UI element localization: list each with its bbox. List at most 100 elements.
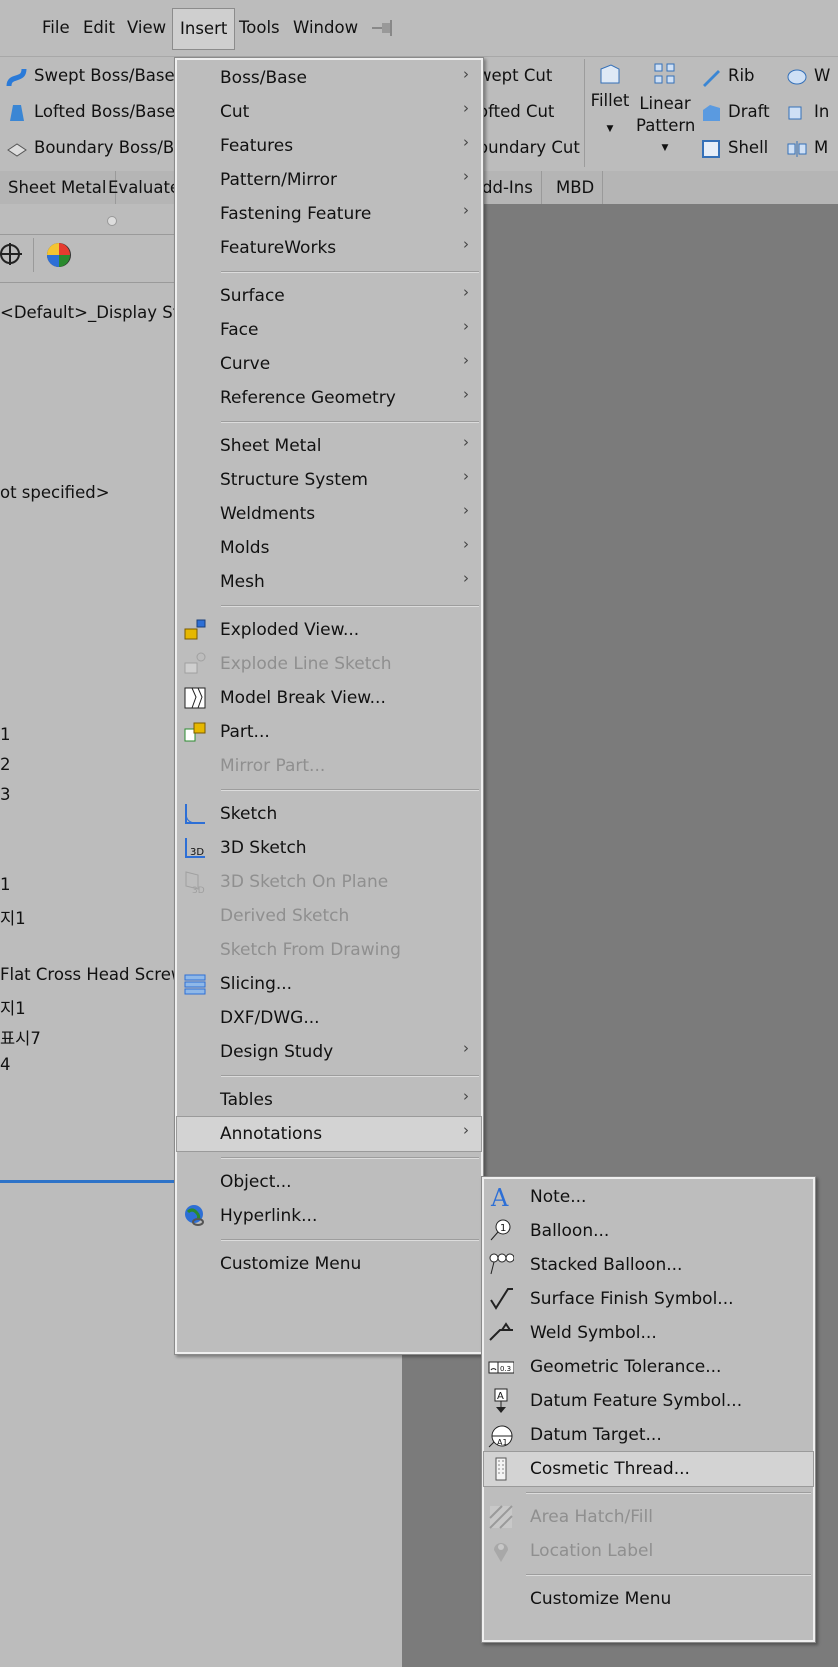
insert-menu-item-3d-sketch-on-plane: 3D 3D Sketch On Plane [177,865,481,899]
insert-menu-item-label: Sketch From Drawing [220,940,401,960]
tree-item-1[interactable]: 1 [0,725,11,744]
submenu-arrow-icon: › [463,317,469,335]
mirror-button[interactable]: M [786,133,828,163]
insert-menu-item-hyperlink[interactable]: Hyperlink... [177,1199,481,1233]
insert-menu-item-sketch[interactable]: Sketch [177,797,481,831]
tree-item-7[interactable]: 지1 [0,995,26,1019]
insert-menu-item-curve[interactable]: Curve › [177,347,481,381]
insert-menu-item-sheet-metal[interactable]: Sheet Metal › [177,429,481,463]
linear-pattern-button[interactable]: Linear Pattern ▼ [636,61,695,161]
tree-item-screw[interactable]: Flat Cross Head Screw [0,965,184,984]
display-state-item[interactable]: <Default>_Display Sta [0,303,189,322]
insert-menu-item-annotations[interactable]: Annotations › [176,1116,482,1152]
insert-menu-item-label: Sketch [220,804,278,824]
insert-menu-item-pattern-mirror[interactable]: Pattern/Mirror › [177,163,481,197]
annotations-menu-item-stacked-balloon[interactable]: Stacked Balloon... [484,1248,813,1282]
insert-menu-item-label: Exploded View... [220,620,360,640]
annotations-menu-item-geometric-tolerance[interactable]: 0.3 Geometric Tolerance... [484,1350,813,1384]
swept-boss-button[interactable]: Swept Boss/Base [6,61,175,91]
insert-menu-item-dxf-dwg[interactable]: DXF/DWG... [177,1001,481,1035]
lofted-boss-icon [10,104,24,121]
insert-menu-item-label: Sheet Metal [220,436,322,456]
draft-label: Draft [728,102,770,121]
menu-edit[interactable]: Edit [83,16,115,40]
boundary-cut-button[interactable]: oundary Cut [478,133,580,163]
insert-menu-item-face[interactable]: Face › [177,313,481,347]
insert-menu-item-featureworks[interactable]: FeatureWorks › [177,231,481,265]
tree-item-4[interactable]: 1 [0,875,11,894]
insert-menu-item-cut[interactable]: Cut › [177,95,481,129]
insert-menu-item-label: Face [220,320,259,340]
tab-sheet-metal[interactable]: Sheet Metal [0,171,116,204]
annotations-menu-item-label: Stacked Balloon... [530,1255,683,1275]
rollback-bar[interactable] [0,1180,174,1183]
pane-divider-2 [0,282,180,283]
display-manager-icon[interactable] [46,242,72,268]
annotations-menu-item-datum-feature-symbol[interactable]: A Datum Feature Symbol... [484,1384,813,1418]
annotations-menu-item-datum-target[interactable]: A1 Datum Target... [484,1418,813,1452]
menu-tools[interactable]: Tools [239,16,280,40]
tree-item-8[interactable]: 표시7 [0,1025,41,1049]
annotations-menu-item-location-label: Location Label [484,1534,813,1568]
insert-menu-item-slicing[interactable]: Slicing... [177,967,481,1001]
menu-separator [221,1239,479,1241]
annotations-menu-item-cosmetic-thread[interactable]: Cosmetic Thread... [483,1451,814,1487]
annotations-menu-item-note[interactable]: A Note... [484,1180,813,1214]
insert-menu-item-structure-system[interactable]: Structure System › [177,463,481,497]
menu-view[interactable]: View [127,16,166,40]
annotations-menu-item-customize-menu[interactable]: Customize Menu [484,1582,813,1616]
insert-menu-item-weldments[interactable]: Weldments › [177,497,481,531]
insert-menu-item-mesh[interactable]: Mesh › [177,565,481,599]
tree-item-5[interactable]: 지1 [0,905,26,929]
insert-menu-item-features[interactable]: Features › [177,129,481,163]
insert-menu-item-label: Reference Geometry [220,388,396,408]
insert-menu-item-customize-menu[interactable]: Customize Menu [177,1247,481,1281]
insert-menu-item-fastening-feature[interactable]: Fastening Feature › [177,197,481,231]
intersect-button[interactable]: In [786,97,829,127]
crosshair-icon[interactable] [0,242,24,266]
rib-button[interactable]: Rib [700,61,755,91]
insert-menu-item-label: Derived Sketch [220,906,350,926]
insert-menu-item-tables[interactable]: Tables › [177,1083,481,1117]
insert-menu-item-reference-geometry[interactable]: Reference Geometry › [177,381,481,415]
pin-icon[interactable] [370,18,396,38]
swept-cut-button[interactable]: wept Cut [478,61,552,91]
insert-menu-item-boss-base[interactable]: Boss/Base › [177,61,481,95]
insert-menu-item-exploded-view[interactable]: Exploded View... [177,613,481,647]
shell-button[interactable]: Shell [700,133,768,163]
material-item[interactable]: ot specified> [0,483,110,502]
insert-menu-item-part[interactable]: Part... [177,715,481,749]
splitter-handle-icon[interactable] [107,216,117,226]
insert-menu-item-label: Mesh [220,572,265,592]
boundary-boss-button[interactable]: Boundary Boss/B [6,133,174,163]
insert-menu-item-model-break-view[interactable]: Model Break View... [177,681,481,715]
linear-pattern-dropdown-icon[interactable]: ▼ [636,137,694,159]
fillet-button[interactable]: Fillet ▼ [590,61,630,161]
lofted-cut-button[interactable]: ofted Cut [478,97,554,127]
tree-item-3[interactable]: 3 [0,785,11,804]
menu-separator [526,1492,811,1494]
draft-button[interactable]: Draft [700,97,770,127]
tree-item-9[interactable]: 4 [0,1055,11,1074]
submenu-arrow-icon: › [463,201,469,219]
fillet-dropdown-icon[interactable]: ▼ [590,124,630,134]
insert-menu-item-design-study[interactable]: Design Study › [177,1035,481,1069]
menu-file[interactable]: File [42,16,70,40]
insert-menu-item-object[interactable]: Object... [177,1165,481,1199]
insert-menu-item-surface[interactable]: Surface › [177,279,481,313]
tab-mbd[interactable]: MBD [548,171,604,204]
tree-item-2[interactable]: 2 [0,755,11,774]
insert-menu-item-label: Structure System [220,470,368,490]
lofted-boss-button[interactable]: Lofted Boss/Base [6,97,175,127]
menu-separator [526,1574,811,1576]
insert-menu-item-molds[interactable]: Molds › [177,531,481,565]
menu-window[interactable]: Window [293,16,358,40]
submenu-arrow-icon: › [463,535,469,553]
wrap-button[interactable]: W [786,61,830,91]
annotations-menu-item-surface-finish-symbol[interactable]: Surface Finish Symbol... [484,1282,813,1316]
annotations-menu-item-balloon[interactable]: 1 Balloon... [484,1214,813,1248]
annotations-menu-item-weld-symbol[interactable]: Weld Symbol... [484,1316,813,1350]
insert-menu-item-3d-sketch[interactable]: 3D 3D Sketch [177,831,481,865]
menu-insert[interactable]: Insert [172,8,236,50]
tab-add-ins[interactable]: dd-Ins [474,171,542,204]
